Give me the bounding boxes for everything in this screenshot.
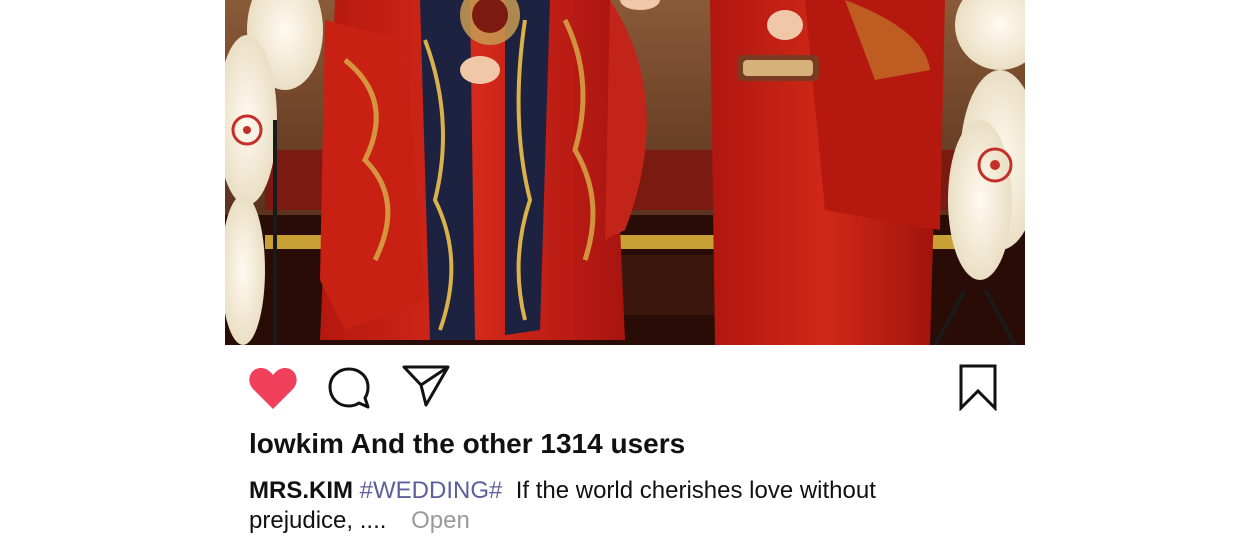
speech-bubble-icon — [328, 367, 370, 409]
heart-icon — [249, 367, 297, 409]
post-caption: MRS.KIM #WEDDING# If the world cherishes… — [249, 476, 949, 536]
paper-plane-icon — [402, 365, 450, 407]
share-button[interactable] — [401, 363, 451, 409]
caption-author[interactable]: MRS.KIM — [249, 477, 353, 504]
post-actions-bar — [0, 345, 1250, 425]
save-button[interactable] — [957, 363, 999, 412]
comment-button[interactable] — [326, 365, 372, 411]
like-button[interactable] — [248, 365, 298, 411]
likes-count[interactable]: lowkim And the other 1314 users — [249, 428, 685, 460]
caption-hashtag[interactable]: #WEDDING# — [360, 477, 503, 504]
caption-open-link[interactable]: Open — [411, 507, 470, 534]
post-photo[interactable] — [225, 0, 1025, 345]
bookmark-icon — [959, 364, 997, 412]
